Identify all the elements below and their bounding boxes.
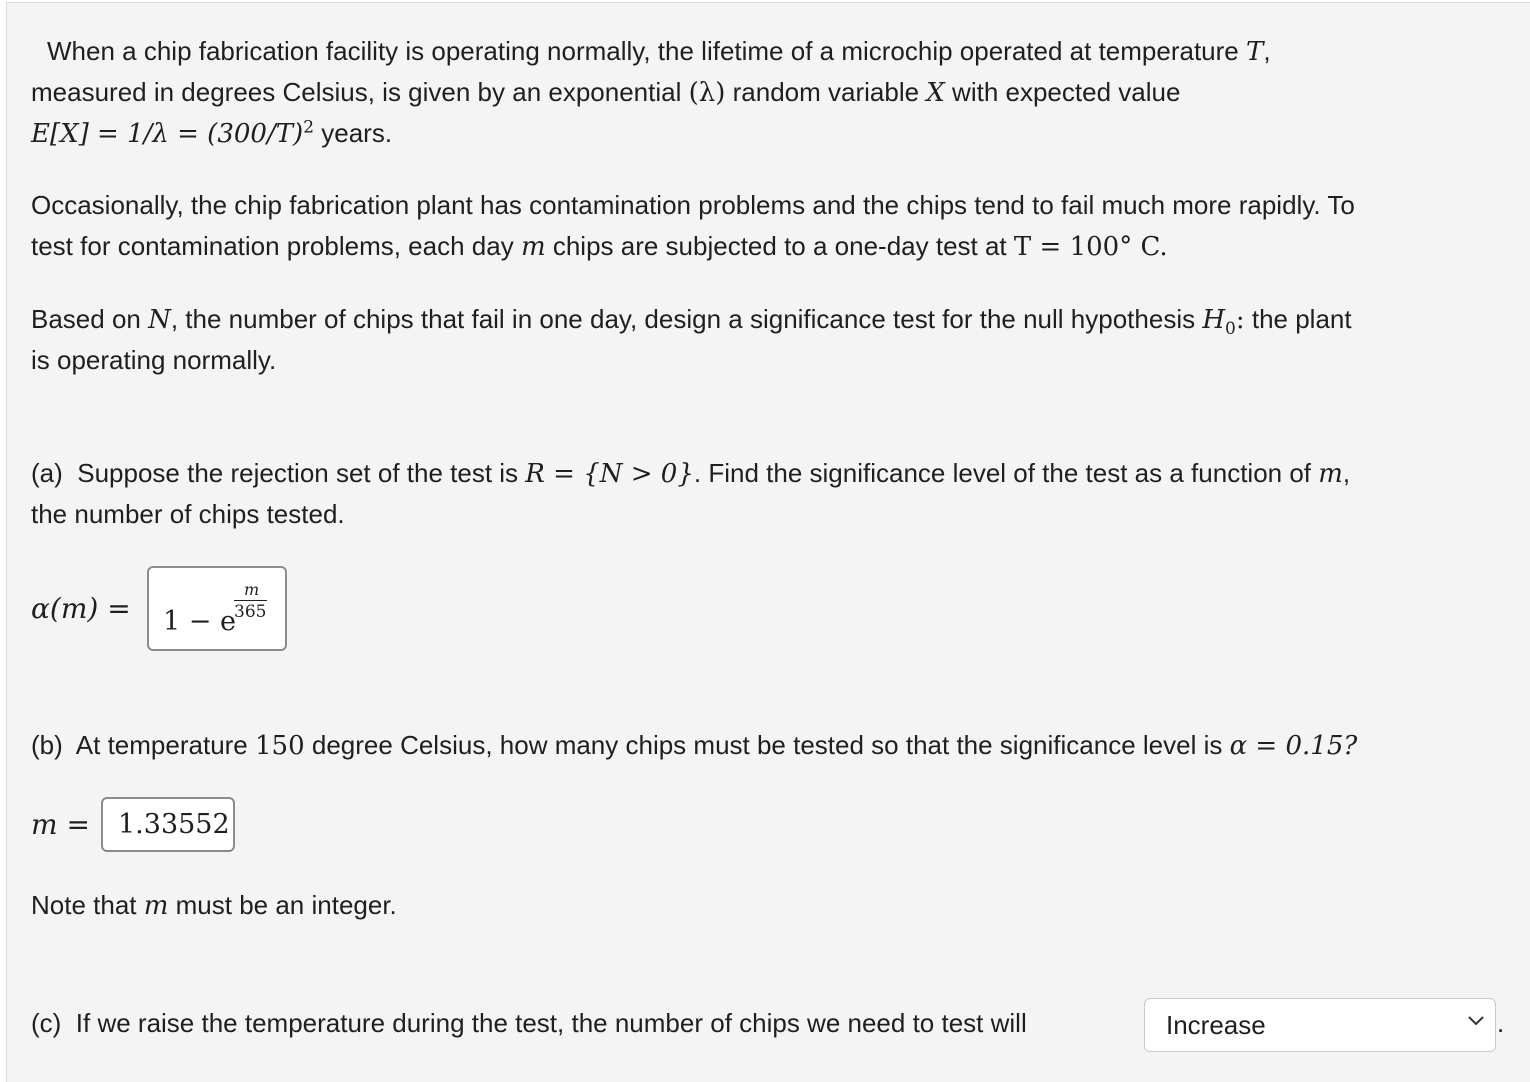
math-T: T	[1246, 37, 1264, 67]
intro-text: random variable	[732, 77, 920, 107]
m-answer-box[interactable]: 1.33552	[101, 797, 235, 852]
para2-line-2: test for contamination problems, each da…	[31, 231, 1168, 262]
math-N: N	[148, 305, 171, 335]
intro-text: When a chip fabrication facility is oper…	[47, 36, 1239, 66]
note-text: must be an integer.	[175, 890, 397, 920]
part-a-line-1: (a) Suppose the rejection set of the tes…	[31, 458, 1350, 489]
part-b-text: At temperature	[75, 730, 248, 760]
m-answer-label: m =	[31, 808, 90, 841]
note-text: Note that	[31, 890, 137, 920]
para3-text: the plant	[1251, 304, 1352, 334]
math-m: m	[143, 891, 169, 921]
part-c-text: If we raise the temperature during the t…	[75, 1008, 1027, 1038]
intro-text: years.	[321, 118, 393, 148]
part-c-label: (c)	[31, 1008, 62, 1038]
m-answer-value: 1.33552	[118, 809, 230, 840]
part-a-text: Suppose the rejection set of the test is	[77, 458, 519, 488]
chevron-down-icon	[1468, 1016, 1484, 1026]
part-c-line: (c) If we raise the temperature during t…	[31, 1008, 1027, 1038]
expected-value-formula: E[X] = 1/λ = (300/T)	[31, 119, 304, 149]
para3-line-2: is operating normally.	[31, 345, 277, 375]
exponent: 2	[303, 117, 315, 138]
part-a-line-2: the number of chips tested.	[31, 499, 345, 529]
answer-dropdown[interactable]: Increase	[1144, 998, 1496, 1052]
para2-text: chips are subjected to a one-day test at	[552, 231, 1007, 261]
test-temperature-formula: T = 100° C.	[1013, 232, 1168, 262]
dropdown-selected-value: Increase	[1166, 1010, 1266, 1040]
alpha-answer-exp-den: 365	[234, 602, 267, 622]
alpha-answer-exp-num: m	[244, 580, 260, 599]
part-b-line-1: (b) At temperature 150 degree Celsius, h…	[31, 730, 1357, 761]
intro-text: with expected value	[952, 77, 1181, 107]
integer-note: Note that m must be an integer.	[31, 890, 397, 921]
math-m: m	[1318, 459, 1343, 489]
punct: :	[1235, 305, 1245, 335]
intro-line-1: When a chip fabrication facility is oper…	[47, 36, 1271, 67]
alpha-answer-base: 1 − e	[163, 606, 236, 637]
math-m: m	[520, 232, 546, 262]
alpha-target: α = 0.15?	[1229, 731, 1358, 761]
part-a-label: (a)	[31, 458, 63, 488]
math-lambda: (λ)	[688, 78, 726, 108]
subscript: 0	[1225, 319, 1236, 340]
intro-line-3: E[X] = 1/λ = (300/T)2 years.	[31, 118, 392, 149]
rejection-set-formula: R = {N > 0}	[525, 459, 694, 489]
part-b-text: degree Celsius, how many chips must be t…	[311, 730, 1223, 760]
math-X: X	[926, 78, 945, 108]
punct: ,	[1342, 458, 1351, 488]
para3-text: Based on	[31, 304, 141, 334]
intro-line-2: measured in degrees Celsius, is given by…	[31, 77, 1180, 108]
intro-text: measured in degrees Celsius, is given by…	[31, 77, 682, 107]
para3-text: , the number of chips that fail in one d…	[170, 304, 1196, 334]
temperature-value: 150	[255, 731, 305, 761]
math-H: H	[1202, 305, 1226, 335]
trailing-period: .	[1497, 1008, 1505, 1038]
para3-line-1: Based on N, the number of chips that fai…	[31, 304, 1352, 338]
alpha-answer-label: α(m) =	[31, 592, 131, 625]
part-b-label: (b)	[31, 730, 63, 760]
para2-text: test for contamination problems, each da…	[31, 231, 514, 261]
punct: ,	[1263, 36, 1271, 66]
alpha-answer-box[interactable]: 1 − e m 365	[147, 566, 287, 651]
fraction-bar	[234, 600, 267, 601]
part-a-text: . Find the significance level of the tes…	[693, 458, 1312, 488]
para2-line-1: Occasionally, the chip fabrication plant…	[31, 190, 1355, 220]
